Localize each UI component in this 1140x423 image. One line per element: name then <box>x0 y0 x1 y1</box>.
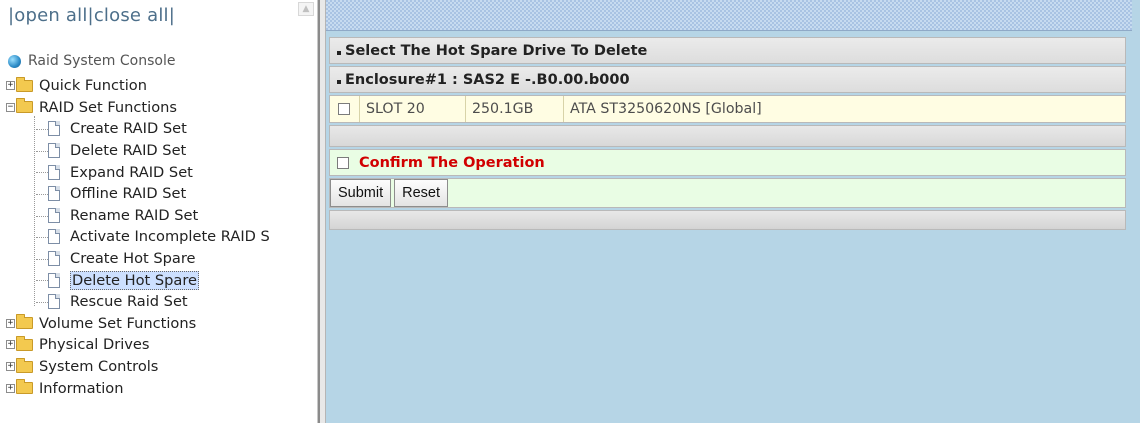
spacer-row <box>329 125 1126 147</box>
tree-connector <box>36 172 48 174</box>
folder-icon <box>16 379 33 395</box>
tree-node-label: Physical Drives <box>39 336 150 354</box>
open-all-link[interactable]: open all <box>14 5 87 26</box>
folder-open-icon <box>16 98 33 114</box>
tree-item-label[interactable]: Rename RAID Set <box>70 207 198 224</box>
expand-icon[interactable]: + <box>6 340 15 350</box>
tree-node-system-controls[interactable]: + System Controls <box>6 356 310 378</box>
tree-item-offline-raid-set[interactable]: Offline RAID Set <box>6 183 310 205</box>
separator: | <box>168 5 175 26</box>
confirm-row: Confirm The Operation <box>329 149 1126 176</box>
page-icon <box>48 121 60 137</box>
folder-icon <box>16 357 33 373</box>
collapse-icon[interactable]: − <box>6 102 15 112</box>
tree-connector <box>36 280 48 282</box>
page-icon <box>48 251 60 267</box>
tree-item-expand-raid-set[interactable]: Expand RAID Set <box>6 161 310 183</box>
enclosure-row: Enclosure#1 : SAS2 E -.B0.00.b000 <box>329 66 1126 93</box>
confirm-checkbox[interactable] <box>337 156 349 169</box>
drive-row: SLOT 20 250.1GB ATA ST3250620NS [Global] <box>329 95 1126 123</box>
tree-root-label: Raid System Console <box>28 53 176 69</box>
tree-item-create-hot-spare[interactable]: Create Hot Spare <box>6 248 310 270</box>
tree-connector <box>36 215 48 217</box>
tree-node-label: Quick Function <box>39 77 147 95</box>
page-icon <box>48 164 60 180</box>
top-banner <box>326 0 1132 31</box>
size-cell: 250.1GB <box>466 96 564 122</box>
tree-item-create-raid-set[interactable]: Create RAID Set <box>6 118 310 140</box>
globe-icon <box>8 54 21 68</box>
tree-item-label[interactable]: Expand RAID Set <box>70 164 193 181</box>
tree-connector <box>36 258 48 260</box>
tree-item-delete-hot-spare[interactable]: Delete Hot Spare <box>6 269 310 291</box>
tree-item-rename-raid-set[interactable]: Rename RAID Set <box>6 205 310 227</box>
bullet-icon <box>337 51 341 55</box>
tree-item-label-selected[interactable]: Delete Hot Spare <box>70 270 199 290</box>
expand-icon[interactable]: + <box>6 81 15 91</box>
expand-icon[interactable]: + <box>6 362 15 372</box>
page-icon <box>48 272 60 288</box>
tree-connector <box>36 301 48 303</box>
content-pane: Select The Hot Spare Drive To Delete Enc… <box>326 0 1140 423</box>
tree-root[interactable]: Raid System Console <box>8 53 175 69</box>
page-icon <box>48 186 60 202</box>
tree-node-volume-set-functions[interactable]: + Volume Set Functions <box>6 313 310 335</box>
tree-item-label[interactable]: Create Hot Spare <box>70 250 196 267</box>
tree-node-label: Information <box>39 379 124 397</box>
enclosure-label: Enclosure#1 : SAS2 E -.B0.00.b000 <box>345 71 630 88</box>
drive-select-cell <box>330 96 360 122</box>
page-icon <box>48 294 60 310</box>
reset-button[interactable]: Reset <box>394 179 449 207</box>
footer-row <box>329 210 1126 230</box>
page-icon <box>48 207 60 223</box>
tree-item-label[interactable]: Delete RAID Set <box>70 142 186 159</box>
submit-button[interactable]: Submit <box>330 179 392 207</box>
folder-icon <box>16 314 33 330</box>
tree-connector <box>36 150 48 152</box>
tree-node-label: RAID Set Functions <box>39 98 177 116</box>
expand-icon[interactable]: + <box>6 383 15 393</box>
tree-item-rescue-raid-set[interactable]: Rescue Raid Set <box>6 291 310 313</box>
tree-item-label[interactable]: Offline RAID Set <box>70 185 186 202</box>
tree-connector <box>36 237 48 239</box>
drive-model: ATA ST3250620NS [Global] <box>570 101 762 117</box>
tree-item-label[interactable]: Create RAID Set <box>70 120 187 137</box>
bullet-icon <box>337 80 341 84</box>
tree-item-label[interactable]: Activate Incomplete RAID S <box>70 228 270 245</box>
drive-select-checkbox[interactable] <box>338 103 350 115</box>
tree-node-physical-drives[interactable]: + Physical Drives <box>6 334 310 356</box>
drive-size: 250.1GB <box>472 101 534 117</box>
page-icon <box>48 229 60 245</box>
model-cell: ATA ST3250620NS [Global] <box>564 96 1125 122</box>
scroll-up-button[interactable]: ▲ <box>298 2 314 16</box>
tree-connector <box>36 129 48 131</box>
navigation-tree-pane: |open all|close all| ▲ Raid System Conso… <box>0 0 318 423</box>
tree-connector <box>36 193 48 195</box>
tree: + Quick Function − RAID Set Functions Cr… <box>6 75 310 399</box>
close-all-link[interactable]: close all <box>94 5 169 26</box>
expand-icon[interactable]: + <box>6 318 15 328</box>
folder-icon <box>16 76 33 92</box>
page-icon <box>48 143 60 159</box>
tree-item-label[interactable]: Rescue Raid Set <box>70 293 188 310</box>
frame-divider[interactable] <box>318 0 326 423</box>
tree-node-quick-function[interactable]: + Quick Function <box>6 75 310 97</box>
tree-item-activate-incomplete-raid-set[interactable]: Activate Incomplete RAID S <box>6 226 310 248</box>
tree-item-delete-raid-set[interactable]: Delete RAID Set <box>6 140 310 162</box>
tree-node-label: Volume Set Functions <box>39 314 197 332</box>
open-close-links: |open all|close all| <box>8 5 175 26</box>
folder-icon <box>16 335 33 351</box>
slot-cell: SLOT 20 <box>360 96 466 122</box>
drive-slot: SLOT 20 <box>366 101 425 117</box>
delete-hot-spare-form: Select The Hot Spare Drive To Delete Enc… <box>329 37 1126 232</box>
section-title: Select The Hot Spare Drive To Delete <box>345 42 648 59</box>
tree-node-label: System Controls <box>39 358 159 376</box>
confirm-label[interactable]: Confirm The Operation <box>359 155 545 171</box>
buttons-row: Submit Reset <box>329 178 1126 208</box>
tree-node-information[interactable]: + Information <box>6 377 310 399</box>
section-title-row: Select The Hot Spare Drive To Delete <box>329 37 1126 64</box>
tree-node-raid-set-functions[interactable]: − RAID Set Functions <box>6 97 310 119</box>
